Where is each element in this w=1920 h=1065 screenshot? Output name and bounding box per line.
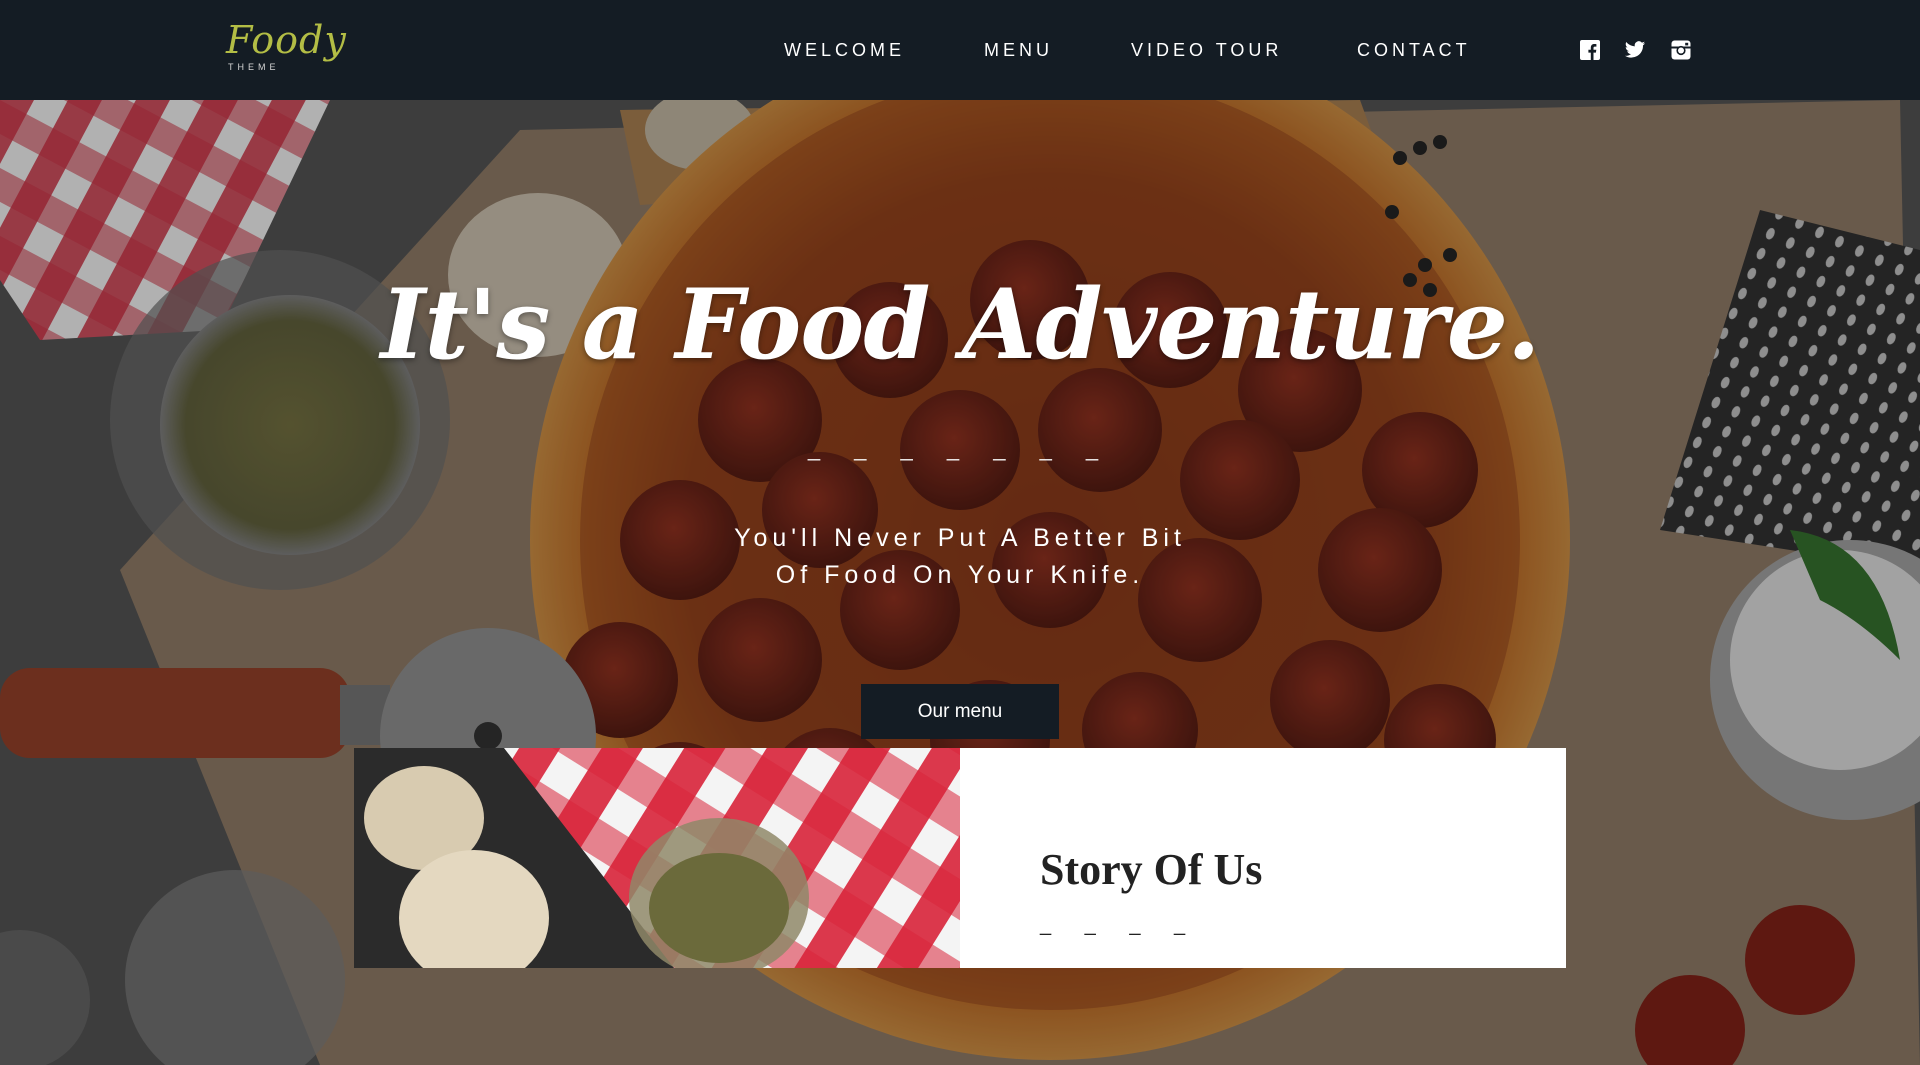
site-header: Foody THEME WELCOME MENU VIDEO TOUR CONT… [0,0,1920,100]
story-divider: _ _ _ _ [1040,914,1200,936]
hero-tagline: You'll Never Put A Better Bit Of Food On… [660,520,1260,594]
story-text-panel: Story Of Us _ _ _ _ [960,748,1566,968]
logo-tagline: THEME [228,62,280,72]
our-menu-button[interactable]: Our menu [861,684,1059,739]
story-photo [354,748,960,968]
nav-item-contact[interactable]: CONTACT [1357,40,1471,61]
hero-divider: _ _ _ _ _ _ _ [807,436,1113,461]
hero-tagline-line1: You'll Never Put A Better Bit [734,524,1186,552]
nav-item-menu[interactable]: MENU [984,40,1053,61]
story-section: Story Of Us _ _ _ _ [354,748,1566,968]
hero-tagline-line2: Of Food On Your Knife. [775,561,1145,589]
nav-item-welcome[interactable]: WELCOME [784,40,905,61]
twitter-icon[interactable] [1624,39,1646,61]
story-image [354,748,960,968]
hero-headline: It's a Food Adventure. [380,268,1541,381]
story-title: Story Of Us [1040,845,1263,894]
instagram-icon[interactable] [1670,39,1692,61]
facebook-icon[interactable] [1579,39,1601,61]
nav-item-video-tour[interactable]: VIDEO TOUR [1131,40,1282,61]
